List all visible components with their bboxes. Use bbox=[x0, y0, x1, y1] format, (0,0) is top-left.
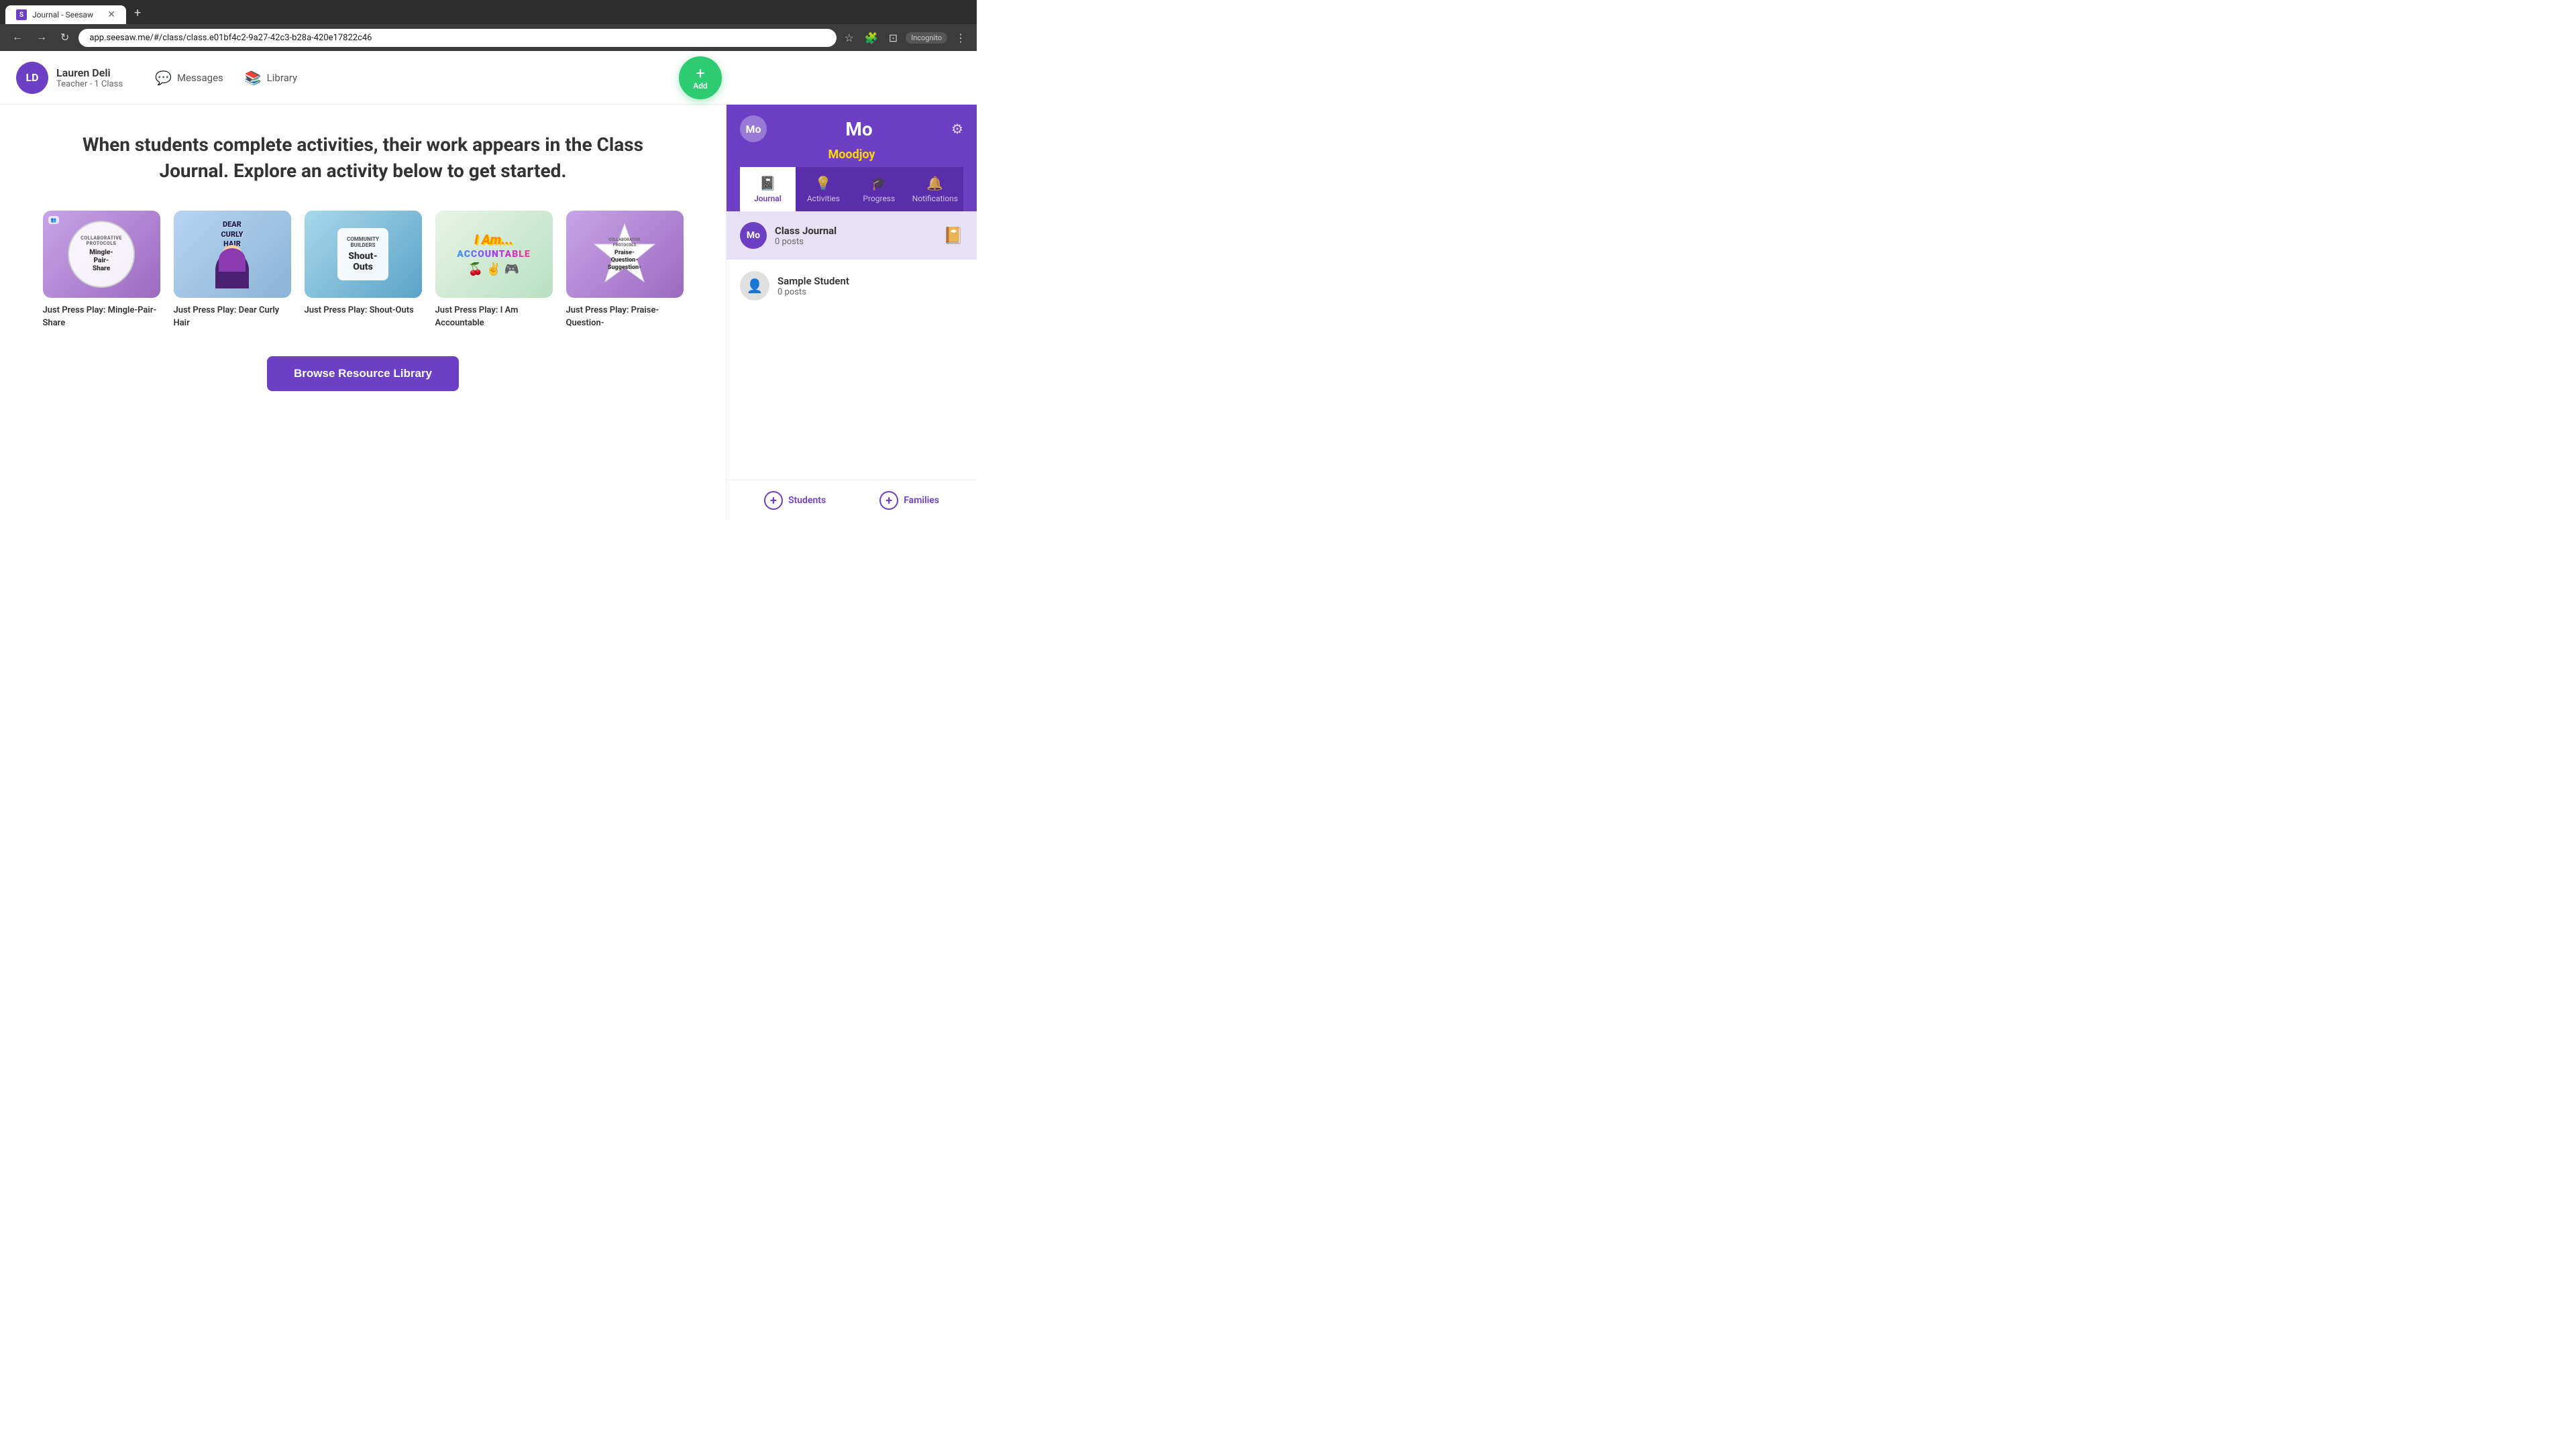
activity-title: Just Press Play: I Am Accountable bbox=[435, 305, 553, 329]
journal-book-icon: 📔 bbox=[943, 226, 963, 245]
add-button[interactable]: + Add bbox=[679, 56, 722, 99]
activities-tab-icon: 💡 bbox=[801, 175, 846, 191]
activity-card[interactable]: DEARCURLYHAIR Just Press Play: Dear Curl… bbox=[174, 211, 291, 329]
activity-title: Just Press Play: Dear Curly Hair bbox=[174, 305, 291, 329]
class-journal-title: Class Journal bbox=[775, 225, 837, 237]
sidebar-top: Mo Mo ⚙ bbox=[740, 115, 963, 142]
avatar: LD bbox=[16, 62, 48, 94]
app-body: When students complete activities, their… bbox=[0, 105, 977, 521]
messages-icon: 💬 bbox=[155, 70, 172, 86]
user-role: Teacher - 1 Class bbox=[56, 79, 123, 89]
activity-thumbnail: COMMUNITYBUILDERS Shout-Outs bbox=[305, 211, 422, 298]
forward-button[interactable]: → bbox=[32, 29, 51, 46]
activity-card[interactable]: COLLABORATIVEPROTOCOLS Mingle-Pair-Share… bbox=[43, 211, 160, 329]
progress-tab-icon: 🎓 bbox=[857, 175, 902, 191]
class-journal-info: Class Journal 0 posts bbox=[775, 225, 837, 247]
bookmark-icon[interactable]: ☆ bbox=[842, 29, 857, 47]
add-students-button[interactable]: + Students bbox=[764, 491, 826, 510]
hero-heading: When students complete activities, their… bbox=[61, 131, 665, 184]
address-text: app.seesaw.me/#/class/class.e01bf4c2-9a2… bbox=[89, 33, 825, 43]
activity-thumbnail: I Am... ACCOUNTABLE 🍒 ✌️ 🎮 bbox=[435, 211, 553, 298]
header-nav: 💬 Messages 📚 Library bbox=[155, 70, 297, 86]
student-posts: 0 posts bbox=[777, 287, 849, 297]
tab-close-button[interactable]: ✕ bbox=[107, 9, 115, 20]
browse-resource-library-button[interactable]: Browse Resource Library bbox=[267, 356, 459, 391]
user-info[interactable]: LD Lauren Deli Teacher - 1 Class bbox=[16, 62, 123, 94]
sidebar-class-avatar: Mo bbox=[740, 115, 767, 142]
families-label: Families bbox=[904, 495, 939, 506]
address-bar[interactable]: app.seesaw.me/#/class/class.e01bf4c2-9a2… bbox=[78, 29, 836, 47]
sidebar-content: Mo Class Journal 0 posts 📔 👤 Sample Stud… bbox=[727, 211, 977, 480]
tab-activities[interactable]: 💡 Activities bbox=[796, 167, 851, 211]
library-nav-item[interactable]: 📚 Library bbox=[245, 70, 297, 86]
activities-tab-label: Activities bbox=[807, 194, 840, 203]
app: LD Lauren Deli Teacher - 1 Class 💬 Messa… bbox=[0, 51, 977, 521]
sidebar-header: Mo Mo ⚙ Moodjoy 📓 Journal 💡 Activities bbox=[727, 105, 977, 211]
journal-tab-icon: 📓 bbox=[745, 175, 790, 191]
messages-nav-item[interactable]: 💬 Messages bbox=[155, 70, 223, 86]
plus-icon: + bbox=[696, 65, 705, 81]
student-info: Sample Student 0 posts bbox=[777, 275, 849, 297]
tab-title: Journal - Seesaw bbox=[32, 10, 102, 19]
activity-thumbnail: DEARCURLYHAIR bbox=[174, 211, 291, 298]
sidebar-tabs: 📓 Journal 💡 Activities 🎓 Progress 🔔 Noti… bbox=[740, 167, 963, 211]
hero-text-section: When students complete activities, their… bbox=[32, 131, 694, 184]
class-journal-section[interactable]: Mo Class Journal 0 posts 📔 bbox=[727, 211, 977, 260]
tab-notifications[interactable]: 🔔 Notifications bbox=[907, 167, 963, 211]
activity-card[interactable]: I Am... ACCOUNTABLE 🍒 ✌️ 🎮 Just Press Pl… bbox=[435, 211, 553, 329]
add-students-icon: + bbox=[764, 491, 783, 510]
tab-favicon: S bbox=[16, 9, 27, 20]
back-button[interactable]: ← bbox=[8, 29, 27, 46]
library-icon: 📚 bbox=[245, 70, 262, 86]
messages-label: Messages bbox=[177, 72, 223, 84]
settings-icon[interactable]: ⚙ bbox=[951, 121, 963, 137]
activity-thumbnail: COLLABORATIVEPROTOCOLS Mingle-Pair-Share… bbox=[43, 211, 160, 298]
activity-title: Just Press Play: Shout-Outs bbox=[305, 305, 422, 317]
student-section[interactable]: 👤 Sample Student 0 posts bbox=[727, 260, 977, 311]
activity-card[interactable]: COLLABORATIVEPROTOCOLS Praise-Question-S… bbox=[566, 211, 684, 329]
notifications-tab-icon: 🔔 bbox=[912, 175, 958, 191]
library-label: Library bbox=[267, 72, 297, 84]
journal-tab-label: Journal bbox=[754, 194, 782, 203]
sidebar-class-name: Mo bbox=[845, 118, 872, 140]
app-header: LD Lauren Deli Teacher - 1 Class 💬 Messa… bbox=[0, 51, 977, 105]
activity-card[interactable]: COMMUNITYBUILDERS Shout-Outs Just Press … bbox=[305, 211, 422, 329]
tab-journal[interactable]: 📓 Journal bbox=[740, 167, 796, 211]
incognito-badge: Incognito bbox=[906, 32, 947, 44]
class-journal-posts: 0 posts bbox=[775, 237, 837, 247]
browser-tab-bar: S Journal - Seesaw ✕ + bbox=[0, 0, 977, 24]
add-families-button[interactable]: + Families bbox=[879, 491, 939, 510]
add-label: Add bbox=[693, 81, 708, 91]
add-families-icon: + bbox=[879, 491, 898, 510]
student-avatar: 👤 bbox=[740, 271, 769, 301]
reload-button[interactable]: ↻ bbox=[56, 28, 73, 47]
split-icon[interactable]: ⊡ bbox=[886, 29, 900, 47]
user-details: Lauren Deli Teacher - 1 Class bbox=[56, 66, 123, 89]
sidebar-footer: + Students + Families bbox=[727, 480, 977, 521]
class-journal-avatar: Mo bbox=[740, 222, 767, 249]
progress-tab-label: Progress bbox=[863, 194, 895, 203]
tab-progress[interactable]: 🎓 Progress bbox=[851, 167, 907, 211]
new-tab-button[interactable]: + bbox=[126, 2, 149, 24]
menu-icon[interactable]: ⋮ bbox=[953, 29, 969, 47]
student-name: Sample Student bbox=[777, 275, 849, 287]
user-name: Lauren Deli bbox=[56, 66, 123, 79]
students-label: Students bbox=[788, 495, 826, 506]
browser-toolbar: ← → ↻ app.seesaw.me/#/class/class.e01bf4… bbox=[0, 24, 977, 51]
active-tab[interactable]: S Journal - Seesaw ✕ bbox=[5, 5, 126, 24]
activities-grid: COLLABORATIVEPROTOCOLS Mingle-Pair-Share… bbox=[32, 211, 694, 329]
activity-title: Just Press Play: Praise-Question- bbox=[566, 305, 684, 329]
activity-thumbnail: COLLABORATIVEPROTOCOLS Praise-Question-S… bbox=[566, 211, 684, 298]
toolbar-icons: ☆ 🧩 ⊡ Incognito ⋮ bbox=[842, 29, 969, 47]
extensions-icon[interactable]: 🧩 bbox=[862, 29, 881, 47]
moodjoy-label: Moodjoy bbox=[740, 148, 963, 167]
notifications-tab-label: Notifications bbox=[912, 194, 958, 203]
right-sidebar: Mo Mo ⚙ Moodjoy 📓 Journal 💡 Activities bbox=[726, 105, 977, 521]
activity-title: Just Press Play: Mingle-Pair-Share bbox=[43, 305, 160, 329]
main-content: When students complete activities, their… bbox=[0, 105, 726, 521]
